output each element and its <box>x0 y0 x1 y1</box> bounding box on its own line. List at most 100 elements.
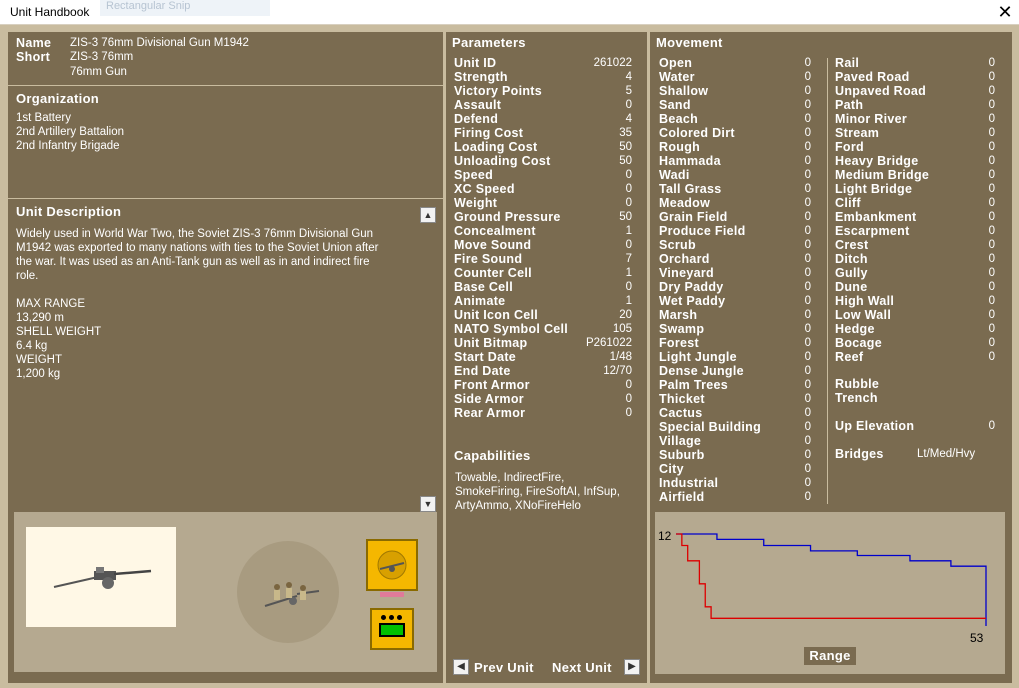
handbook-frame: Name Short ZIS-3 76mm Divisional Gun M19… <box>0 25 1019 688</box>
param-label: NATO Symbol Cell <box>454 322 569 336</box>
terrain-value: 0 <box>988 239 995 251</box>
param-label: XC Speed <box>454 182 515 196</box>
org-line: 2nd Infantry Brigade <box>16 140 120 152</box>
terrain-label: Marsh <box>659 308 698 322</box>
scroll-down-icon[interactable]: ▼ <box>420 496 436 512</box>
terrain-value: 0 <box>804 211 811 223</box>
terrain-value: 0 <box>988 281 995 293</box>
terrain-label: Meadow <box>659 196 711 210</box>
terrain-value: 0 <box>988 295 995 307</box>
terrain-label: Open <box>659 56 693 70</box>
param-value: 1 <box>625 295 632 307</box>
terrain-value: 0 <box>988 141 995 153</box>
x-tick-label: 53 <box>970 631 984 645</box>
param-value: 7 <box>625 253 632 265</box>
terrain-value: 0 <box>988 127 995 139</box>
rubble-label: Rubble <box>835 377 880 391</box>
prev-unit-button[interactable]: Prev Unit <box>474 660 534 675</box>
terrain-label: Cliff <box>835 196 861 210</box>
terrain-label: Village <box>659 434 702 448</box>
terrain-value: 0 <box>804 491 811 503</box>
terrain-label: Hedge <box>835 322 875 336</box>
parameters-panel: Parameters Unit ID 261022 Strength 4 Victory… <box>446 32 647 683</box>
terrain-label: City <box>659 462 684 476</box>
terrain-label: Medium Bridge <box>835 168 930 182</box>
param-label: Concealment <box>454 224 536 238</box>
movement-panel: Movement Open 0 Water 0 Shallow 0 Sand 0 Beach 0 C… <box>650 32 1012 683</box>
org-line: 2nd Artillery Battalion <box>16 126 125 138</box>
nato-symbol-icon <box>370 608 414 650</box>
terrain-label: Scrub <box>659 238 696 252</box>
unit-counter-icon <box>366 539 418 591</box>
unit-name: ZIS-3 76mm Divisional Gun M1942 <box>70 37 249 49</box>
terrain-label: Low Wall <box>835 308 892 322</box>
terrain-label: Shallow <box>659 84 709 98</box>
terrain-value: 0 <box>804 435 811 447</box>
window-title: Unit Handbook <box>10 5 90 19</box>
unit-short-name: ZIS-3 76mm <box>70 51 134 63</box>
terrain-value: 0 <box>988 183 995 195</box>
gun-bitmap-icon <box>53 567 152 589</box>
prev-arrow-icon[interactable]: ◀ <box>453 659 469 675</box>
terrain-label: Hammada <box>659 154 721 168</box>
terrain-value: 0 <box>804 421 811 433</box>
terrain-value: 0 <box>804 99 811 111</box>
terrain-label: Forest <box>659 336 700 350</box>
terrain-label: Bocage <box>835 336 882 350</box>
param-value: 4 <box>625 113 632 125</box>
range-button[interactable]: Range <box>804 647 856 665</box>
terrain-label: Stream <box>835 126 880 140</box>
range-series-line <box>676 533 986 619</box>
terrain-value: 0 <box>804 309 811 321</box>
range-series-line <box>676 533 987 626</box>
terrain-label: Produce Field <box>659 224 746 238</box>
terrain-value: 0 <box>804 71 811 83</box>
terrain-label: Industrial <box>659 476 719 490</box>
terrain-value: 0 <box>804 85 811 97</box>
param-value: 0 <box>625 99 632 111</box>
terrain-label: Orchard <box>659 252 710 266</box>
param-label: Unit ID <box>454 56 497 70</box>
capabilities-line: ArtyAmmo, XNoFireHelo <box>455 500 581 512</box>
unit-short-type: 76mm Gun <box>70 66 127 78</box>
terrain-value: 0 <box>804 169 811 181</box>
gun-crew-icon <box>264 582 320 607</box>
param-value: 1 <box>625 225 632 237</box>
org-line: 1st Battery <box>16 112 71 124</box>
param-value: 105 <box>612 323 632 335</box>
param-label: Unloading Cost <box>454 154 551 168</box>
desc-line: SHELL WEIGHT <box>16 326 102 338</box>
param-value: 0 <box>625 281 632 293</box>
terrain-label: Colored Dirt <box>659 126 735 140</box>
terrain-value: 0 <box>804 253 811 265</box>
close-icon[interactable]: ✕ <box>996 2 1014 22</box>
terrain-value: 0 <box>804 239 811 251</box>
param-value: 261022 <box>593 57 632 69</box>
terrain-value: 0 <box>804 365 811 377</box>
desc-line: 1,200 kg <box>16 368 61 380</box>
organization-header: Organization <box>16 91 100 106</box>
param-value: 50 <box>619 141 632 153</box>
terrain-label: Sand <box>659 98 691 112</box>
next-unit-button[interactable]: Next Unit <box>552 660 612 675</box>
param-label: Start Date <box>454 350 517 364</box>
capabilities-header: Capabilities <box>454 448 531 463</box>
range-axis-label: Range <box>809 648 851 663</box>
gun-counter-icon <box>377 550 407 580</box>
capabilities-line: SmokeFiring, FireSoftAI, InfSup, <box>455 486 620 498</box>
terrain-value: 0 <box>804 127 811 139</box>
scroll-up-icon[interactable]: ▲ <box>420 207 436 223</box>
terrain-value: 0 <box>804 225 811 237</box>
terrain-label: Light Bridge <box>835 182 913 196</box>
next-arrow-icon[interactable]: ▶ <box>624 659 640 675</box>
movement-header: Movement <box>656 35 723 50</box>
terrain-label: Paved Road <box>835 70 910 84</box>
terrain-value: 0 <box>804 323 811 335</box>
terrain-value: 0 <box>988 253 995 265</box>
param-value: 0 <box>625 197 632 209</box>
column-divider <box>827 58 828 504</box>
terrain-label: Palm Trees <box>659 378 729 392</box>
terrain-value: 0 <box>804 463 811 475</box>
terrain-value: 0 <box>988 323 995 335</box>
terrain-label: Suburb <box>659 448 705 462</box>
